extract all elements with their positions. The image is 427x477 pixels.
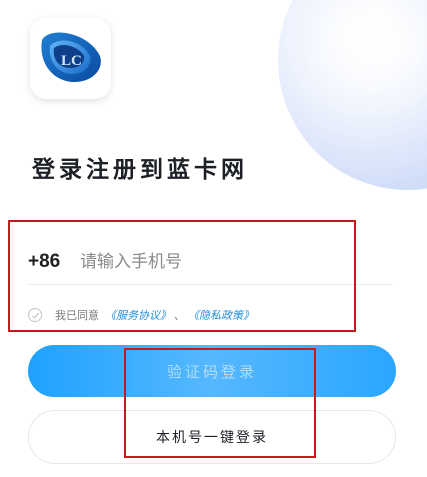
check-icon xyxy=(31,312,39,319)
phone-field-row: +86 xyxy=(28,240,393,285)
agreement-checkbox[interactable] xyxy=(28,308,42,322)
service-agreement-link[interactable]: 《服务协议》 xyxy=(105,307,171,323)
agreement-separator: 、 xyxy=(174,309,185,322)
svg-text:LC: LC xyxy=(61,53,82,69)
one-click-login-button[interactable]: 本机号一键登录 xyxy=(28,410,396,464)
privacy-policy-link[interactable]: 《隐私政策》 xyxy=(188,307,254,323)
agreement-prefix: 我已同意 xyxy=(55,309,99,322)
country-code[interactable]: +86 xyxy=(28,251,80,273)
page-title: 登录注册到蓝卡网 xyxy=(32,156,248,183)
agreement-row: 我已同意 《服务协议》 、 《隐私政策》 xyxy=(28,305,254,325)
code-login-button[interactable]: 验证码登录 xyxy=(28,345,396,397)
login-screen: LC 登录注册到蓝卡网 +86 我已同意 《服务协议》 、 《隐私政策》 验证码… xyxy=(0,0,427,477)
phone-input[interactable] xyxy=(80,252,360,272)
app-logo-icon: LC xyxy=(30,18,111,99)
